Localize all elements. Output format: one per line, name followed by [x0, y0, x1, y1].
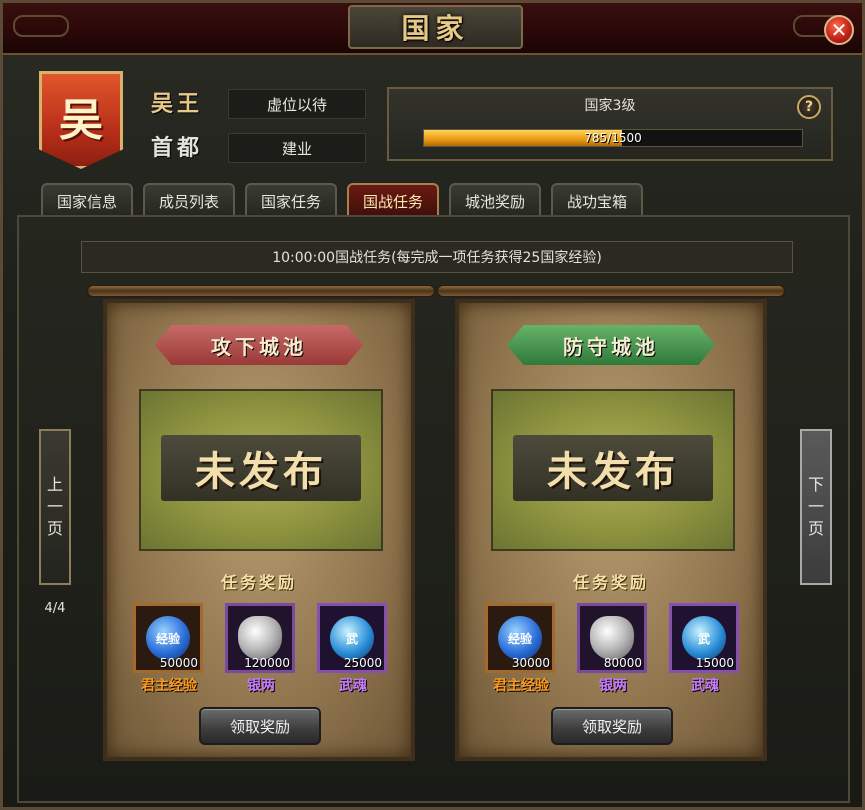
task-title-ribbon: 防守城池	[507, 325, 715, 365]
window-title: 国家	[348, 5, 523, 49]
reward-slot[interactable]: 经验 30000	[485, 603, 555, 673]
page-button-char: 一	[807, 497, 824, 516]
reward-slot[interactable]: 80000	[577, 603, 647, 673]
reward-name: 君主经验	[141, 678, 197, 694]
scroll-rod-left	[87, 285, 435, 297]
reward-name: 武魂	[691, 678, 719, 694]
title-bar: 国家 ✕	[3, 3, 862, 55]
reward-item[interactable]: 武 15000 武魂	[669, 603, 741, 695]
capital-value: 建业	[228, 133, 366, 163]
reward-item[interactable]: 80000 银两	[577, 603, 649, 695]
reward-item[interactable]: 经验 50000 君主经验	[133, 603, 205, 695]
next-page-button[interactable]: 下一页	[800, 429, 832, 585]
prev-page-button[interactable]: 上一页	[39, 429, 71, 585]
war-task-notice: 10:00:00国战任务(每完成一项任务获得25国家经验)	[81, 241, 793, 273]
reward-list: 经验 30000 君主经验 80000 银两 武 15000 武魂	[485, 603, 741, 695]
reward-title: 任务奖励	[220, 573, 297, 592]
silver-ingot-icon	[590, 616, 634, 660]
reward-item[interactable]: 120000 银两	[225, 603, 297, 695]
close-button[interactable]: ✕	[824, 15, 854, 45]
tab-3[interactable]: 国战任务	[347, 183, 439, 217]
reward-list: 经验 50000 君主经验 120000 银两 武 25000 武魂	[133, 603, 389, 695]
page-button-char: 上	[46, 475, 63, 494]
page-button-char: 页	[807, 519, 824, 538]
reward-slot[interactable]: 120000	[225, 603, 295, 673]
page-counter: 4/4	[44, 601, 66, 616]
help-icon[interactable]: ?	[797, 95, 821, 119]
tab-0[interactable]: 国家信息	[41, 183, 133, 217]
country-exp-bar: 785/1500	[423, 129, 803, 147]
reward-name: 银两	[599, 678, 627, 694]
reward-item[interactable]: 经验 30000 君主经验	[485, 603, 557, 695]
reward-title: 任务奖励	[572, 573, 649, 592]
country-level-panel: 国家3级 ? 785/1500	[387, 87, 833, 161]
rank-label: 吴王	[151, 92, 204, 117]
silver-ingot-icon	[238, 616, 282, 660]
tab-5[interactable]: 战功宝箱	[551, 183, 643, 217]
tab-2[interactable]: 国家任务	[245, 183, 337, 217]
kingdom-banner-icon: 吴	[39, 71, 123, 169]
task-map-image: 未发布	[491, 389, 735, 551]
reward-amount: 15000	[695, 656, 734, 670]
title-ornament-left	[13, 15, 69, 37]
scroll-rod-right	[437, 285, 785, 297]
exp-orb-icon: 经验	[498, 616, 542, 660]
martial-soul-icon: 武	[330, 616, 374, 660]
reward-slot[interactable]: 武 15000	[669, 603, 739, 673]
country-window: 国家 ✕ 吴 吴王 虚位以待 首都 建业 国家3级 ? 785/1500 国家信…	[0, 0, 865, 810]
reward-item[interactable]: 武 25000 武魂	[317, 603, 389, 695]
page-button-char: 一	[46, 497, 63, 516]
reward-name: 君主经验	[493, 678, 549, 694]
task-status: 未发布	[161, 435, 361, 501]
reward-amount: 80000	[603, 656, 642, 670]
claim-reward-button[interactable]: 领取奖励	[551, 707, 673, 745]
country-level-text: 国家3级	[584, 98, 636, 114]
task-map-image: 未发布	[139, 389, 383, 551]
reward-slot[interactable]: 武 25000	[317, 603, 387, 673]
task-card-1: 防守城池 未发布 任务奖励 经验 30000 君主经验 80000 银两武 15000 武魂 领取奖…	[455, 299, 767, 761]
page-button-char: 页	[46, 519, 63, 538]
task-title-ribbon: 攻下城池	[155, 325, 363, 365]
capital-label: 首都	[151, 136, 204, 161]
page-button-char: 下	[807, 475, 824, 494]
task-status: 未发布	[513, 435, 713, 501]
tab-bar: 国家信息 成员列表 国家任务 国战任务 城池奖励 战功宝箱	[41, 183, 643, 217]
reward-slot[interactable]: 经验 50000	[133, 603, 203, 673]
reward-name: 银两	[247, 678, 275, 694]
reward-amount: 120000	[244, 656, 290, 670]
task-card-0: 攻下城池 未发布 任务奖励 经验 50000 君主经验 120000 银两武 25000 武魂 领取…	[103, 299, 415, 761]
reward-amount: 50000	[159, 656, 198, 670]
reward-amount: 25000	[343, 656, 382, 670]
martial-soul-icon: 武	[682, 616, 726, 660]
country-exp-text: 785/1500	[584, 131, 642, 145]
tab-4[interactable]: 城池奖励	[449, 183, 541, 217]
exp-orb-icon: 经验	[146, 616, 190, 660]
reward-name: 武魂	[339, 678, 367, 694]
tab-1[interactable]: 成员列表	[143, 183, 235, 217]
reward-amount: 30000	[511, 656, 550, 670]
rank-value: 虚位以待	[228, 89, 366, 119]
claim-reward-button[interactable]: 领取奖励	[199, 707, 321, 745]
